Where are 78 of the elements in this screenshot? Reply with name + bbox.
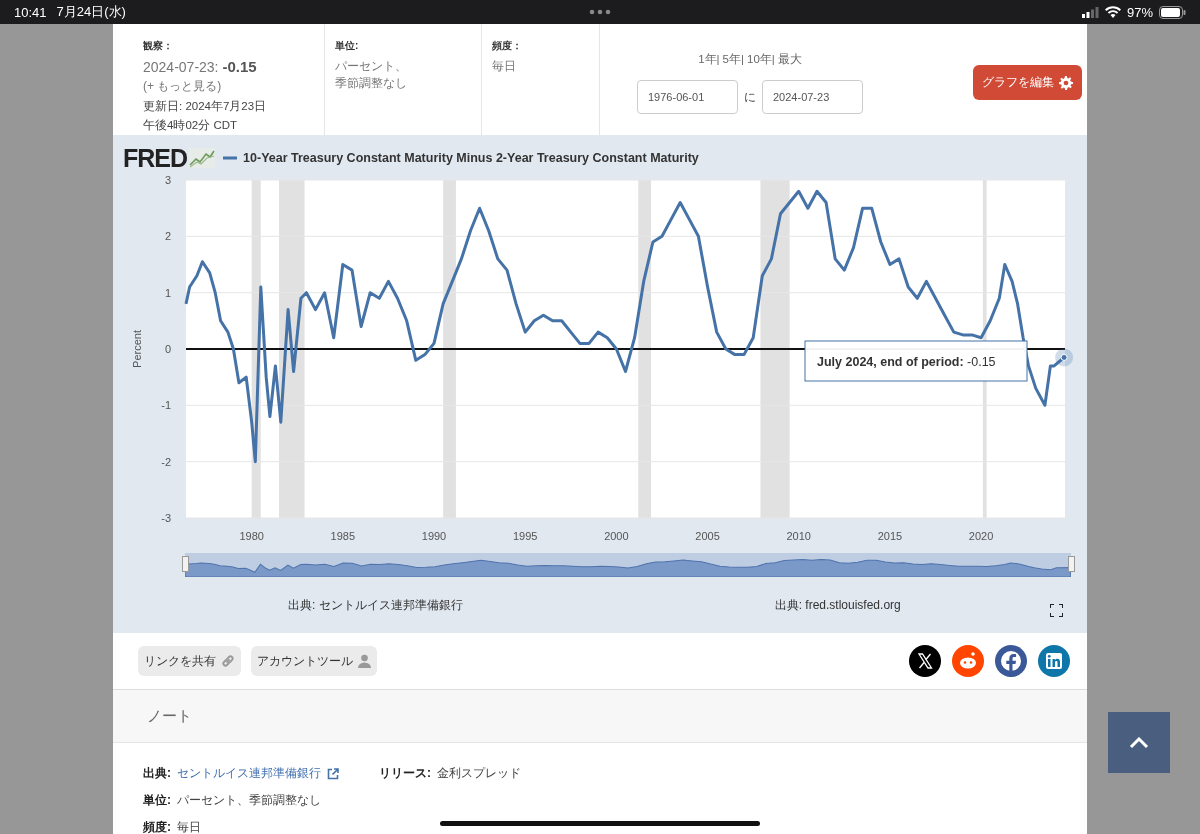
y-tick-label: 2: [164, 230, 171, 243]
y-tick-label: -1: [161, 399, 171, 412]
x-tick-label: 2005: [695, 530, 720, 542]
x-tick-label: 1990: [421, 530, 447, 542]
line-chart-icon: [189, 148, 216, 168]
units-value: 季節調整なし: [335, 75, 408, 92]
facebook-icon[interactable]: [995, 645, 1027, 677]
updated-date: 更新日: 2024年7月23日: [143, 99, 268, 114]
link-icon: [221, 654, 235, 668]
person-icon: [358, 654, 371, 668]
units-value: パーセント、: [335, 58, 408, 75]
separator: |: [741, 53, 744, 65]
signal-icon: [1081, 6, 1099, 18]
note-value: 金利スプレッド: [437, 765, 521, 782]
note-label: 出典:: [143, 765, 171, 782]
wifi-icon: [1104, 6, 1121, 18]
note-value: 毎日: [177, 819, 201, 834]
note-label: 頻度:: [143, 819, 171, 834]
separator: |: [771, 53, 775, 65]
frequency-label: 頻度：: [492, 39, 523, 53]
observation-label: 観察：: [143, 39, 174, 53]
note-label: 単位:: [143, 792, 171, 809]
edit-graph-button[interactable]: グラフを編集: [973, 65, 1082, 100]
x-tick-label: 1980: [239, 530, 264, 542]
external-link-icon[interactable]: [327, 767, 339, 780]
gear-icon: [1059, 75, 1073, 90]
fullscreen-icon[interactable]: [1050, 604, 1063, 617]
observation-date: 2024-07-23:: [143, 59, 219, 75]
start-date-field[interactable]: 1976-06-01: [637, 80, 738, 114]
y-tick-label: -2: [161, 455, 171, 468]
end-date-field[interactable]: 2024-07-23: [762, 80, 863, 114]
y-tick-label: 3: [164, 174, 171, 186]
frequency-value: 毎日: [492, 58, 517, 75]
source-credit: 出典: fred.stlouisfed.org: [774, 597, 901, 614]
share-link-button[interactable]: リンクを共有: [138, 646, 241, 676]
chevron-up-icon: [1129, 736, 1149, 749]
y-tick-label: -3: [161, 512, 171, 524]
battery-percent: 97%: [1126, 4, 1153, 20]
range-link[interactable]: 5年: [722, 53, 741, 65]
scroll-to-top-button[interactable]: [1108, 712, 1170, 773]
x-icon[interactable]: [909, 645, 941, 677]
range-link[interactable]: 1年: [698, 53, 717, 65]
fred-logo[interactable]: FRED: [123, 143, 188, 173]
reddit-icon[interactable]: [952, 645, 984, 677]
range-link[interactable]: 最大: [777, 53, 802, 65]
x-tick-label: 2010: [786, 530, 811, 542]
account-tools-button[interactable]: アカウントツール: [251, 646, 377, 676]
y-tick-label: 1: [164, 286, 171, 299]
range-link[interactable]: 10年: [747, 53, 772, 65]
battery-icon: [1159, 5, 1186, 19]
date-joiner: に: [744, 88, 756, 106]
linkedin-icon[interactable]: [1038, 645, 1070, 677]
notes-heading: ノート: [113, 690, 1087, 743]
x-tick-label: 2015: [877, 530, 903, 542]
see-more-link[interactable]: (+ もっと見る): [143, 78, 324, 95]
x-tick-label: 2000: [604, 530, 629, 542]
data-point-marker: [1055, 348, 1074, 367]
range-handle[interactable]: [182, 556, 189, 572]
observation-value: -0.15: [222, 58, 257, 75]
status-date: 7月24日(水): [56, 3, 126, 21]
x-tick-label: 2020: [968, 530, 994, 542]
more-icon[interactable]: [589, 9, 611, 15]
separator: |: [716, 53, 720, 65]
status-time: 10:41: [14, 4, 47, 20]
note-value: パーセント、季節調整なし: [177, 792, 321, 809]
tooltip: July 2024, end of period: -0.15: [804, 340, 1028, 382]
range-handle[interactable]: [1068, 556, 1075, 572]
note-label: リリース:: [379, 765, 431, 782]
updated-time: 午後4時02分 CDT: [143, 118, 239, 133]
y-tick-label: 0: [164, 343, 171, 355]
y-axis-label: Percent: [131, 330, 143, 368]
units-label: 単位:: [335, 39, 360, 53]
x-tick-label: 1985: [330, 530, 356, 542]
range-navigator[interactable]: [185, 553, 1071, 577]
source-link[interactable]: セントルイス連邦準備銀行: [177, 765, 321, 782]
source-credit: 出典: セントルイス連邦準備銀行: [288, 597, 463, 614]
chart-title: 10-Year Treasury Constant Maturity Minus 2-Year Treasury Constant Maturity: [243, 151, 699, 165]
x-tick-label: 1995: [512, 530, 538, 542]
